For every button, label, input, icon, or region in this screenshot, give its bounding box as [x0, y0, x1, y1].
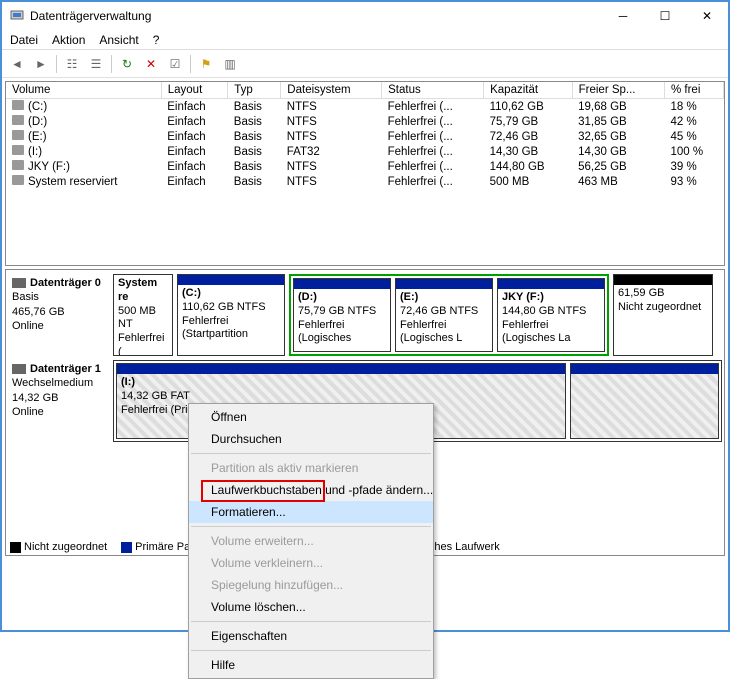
- menubar: Datei Aktion Ansicht ?: [2, 30, 728, 50]
- refresh-icon[interactable]: ↻: [116, 53, 138, 75]
- volume-row[interactable]: (I:)EinfachBasisFAT32Fehlerfrei (...14,3…: [6, 144, 724, 159]
- column-header[interactable]: Freier Sp...: [572, 82, 664, 99]
- drive-icon: [12, 130, 24, 140]
- disk-icon: [12, 364, 26, 374]
- column-header[interactable]: Status: [382, 82, 484, 99]
- ctx-delete[interactable]: Volume löschen...: [189, 596, 433, 618]
- menu-action[interactable]: Aktion: [52, 33, 85, 47]
- partition-extent[interactable]: [570, 363, 719, 439]
- volume-row[interactable]: System reserviertEinfachBasisNTFSFehlerf…: [6, 174, 724, 189]
- partition[interactable]: System re500 MB NTFehlerfrei (: [113, 274, 173, 356]
- column-header[interactable]: Dateisystem: [281, 82, 382, 99]
- ctx-properties[interactable]: Eigenschaften: [189, 625, 433, 647]
- volume-row[interactable]: (C:)EinfachBasisNTFSFehlerfrei (...110,6…: [6, 99, 724, 115]
- drive-icon: [12, 175, 24, 185]
- disk-info[interactable]: Datenträger 1Wechselmedium14,32 GBOnline: [8, 360, 113, 442]
- ctx-shrink: Volume verkleinern...: [189, 552, 433, 574]
- list-icon[interactable]: ▥: [219, 53, 241, 75]
- unallocated-space[interactable]: 61,59 GBNicht zugeordnet: [613, 274, 713, 356]
- menu-file[interactable]: Datei: [10, 33, 38, 47]
- disk-row: Datenträger 0Basis465,76 GBOnlineSystem …: [8, 274, 722, 356]
- app-icon: [10, 8, 24, 25]
- column-header[interactable]: Typ: [228, 82, 281, 99]
- minimize-button[interactable]: ─: [602, 2, 644, 30]
- partition[interactable]: (D:)75,79 GB NTFSFehlerfrei (Logisches: [293, 278, 391, 352]
- drive-icon: [12, 100, 24, 110]
- column-header[interactable]: Volume: [6, 82, 161, 99]
- drive-icon: [12, 160, 24, 170]
- disk-info[interactable]: Datenträger 0Basis465,76 GBOnline: [8, 274, 113, 356]
- settings-icon[interactable]: ☑: [164, 53, 186, 75]
- ctx-extend: Volume erweitern...: [189, 530, 433, 552]
- legend-logical: sches Laufwerk: [423, 541, 499, 553]
- volume-row[interactable]: JKY (F:)EinfachBasisNTFSFehlerfrei (...1…: [6, 159, 724, 174]
- drive-icon: [12, 145, 24, 155]
- back-icon[interactable]: ◄: [6, 53, 28, 75]
- forward-icon[interactable]: ►: [30, 53, 52, 75]
- volume-table: VolumeLayoutTypDateisystemStatusKapazitä…: [6, 82, 724, 189]
- disk-management-window: Datenträgerverwaltung ─ ☐ ✕ Datei Aktion…: [0, 0, 730, 632]
- wizard-icon[interactable]: ⚑: [195, 53, 217, 75]
- column-header[interactable]: Kapazität: [484, 82, 573, 99]
- ctx-browse[interactable]: Durchsuchen: [189, 428, 433, 450]
- toolbar: ◄ ► ☷ ☰ ↻ ✕ ☑ ⚑ ▥: [2, 50, 728, 78]
- disk-icon: [12, 278, 26, 288]
- column-header[interactable]: % frei: [664, 82, 723, 99]
- highlight-format: [201, 480, 325, 502]
- drive-icon: [12, 115, 24, 125]
- ctx-mirror: Spiegelung hinzufügen...: [189, 574, 433, 596]
- volume-list: VolumeLayoutTypDateisystemStatusKapazitä…: [5, 81, 725, 266]
- volume-row[interactable]: (D:)EinfachBasisNTFSFehlerfrei (...75,79…: [6, 114, 724, 129]
- close-button[interactable]: ✕: [686, 2, 728, 30]
- views-icon[interactable]: ☷: [61, 53, 83, 75]
- column-header[interactable]: Layout: [161, 82, 228, 99]
- properties-icon[interactable]: ☰: [85, 53, 107, 75]
- volume-row[interactable]: (E:)EinfachBasisNTFSFehlerfrei (...72,46…: [6, 129, 724, 144]
- context-menu: Öffnen Durchsuchen Partition als aktiv m…: [188, 403, 434, 679]
- partition[interactable]: JKY (F:)144,80 GB NTFSFehlerfrei (Logisc…: [497, 278, 605, 352]
- legend-unallocated: Nicht zugeordnet: [24, 541, 107, 553]
- menu-view[interactable]: Ansicht: [99, 33, 138, 47]
- window-title: Datenträgerverwaltung: [30, 9, 151, 23]
- ctx-help[interactable]: Hilfe: [189, 654, 433, 676]
- ctx-mark-active: Partition als aktiv markieren: [189, 457, 433, 479]
- menu-help[interactable]: ?: [153, 33, 160, 47]
- partition[interactable]: (C:)110,62 GB NTFSFehlerfrei (Startparti…: [177, 274, 285, 356]
- delete-icon[interactable]: ✕: [140, 53, 162, 75]
- partition[interactable]: (E:)72,46 GB NTFSFehlerfrei (Logisches L: [395, 278, 493, 352]
- maximize-button[interactable]: ☐: [644, 2, 686, 30]
- extended-partition[interactable]: (D:)75,79 GB NTFSFehlerfrei (Logisches(E…: [289, 274, 609, 356]
- titlebar: Datenträgerverwaltung ─ ☐ ✕: [2, 2, 728, 30]
- ctx-format[interactable]: Formatieren...: [189, 501, 433, 523]
- ctx-open[interactable]: Öffnen: [189, 406, 433, 428]
